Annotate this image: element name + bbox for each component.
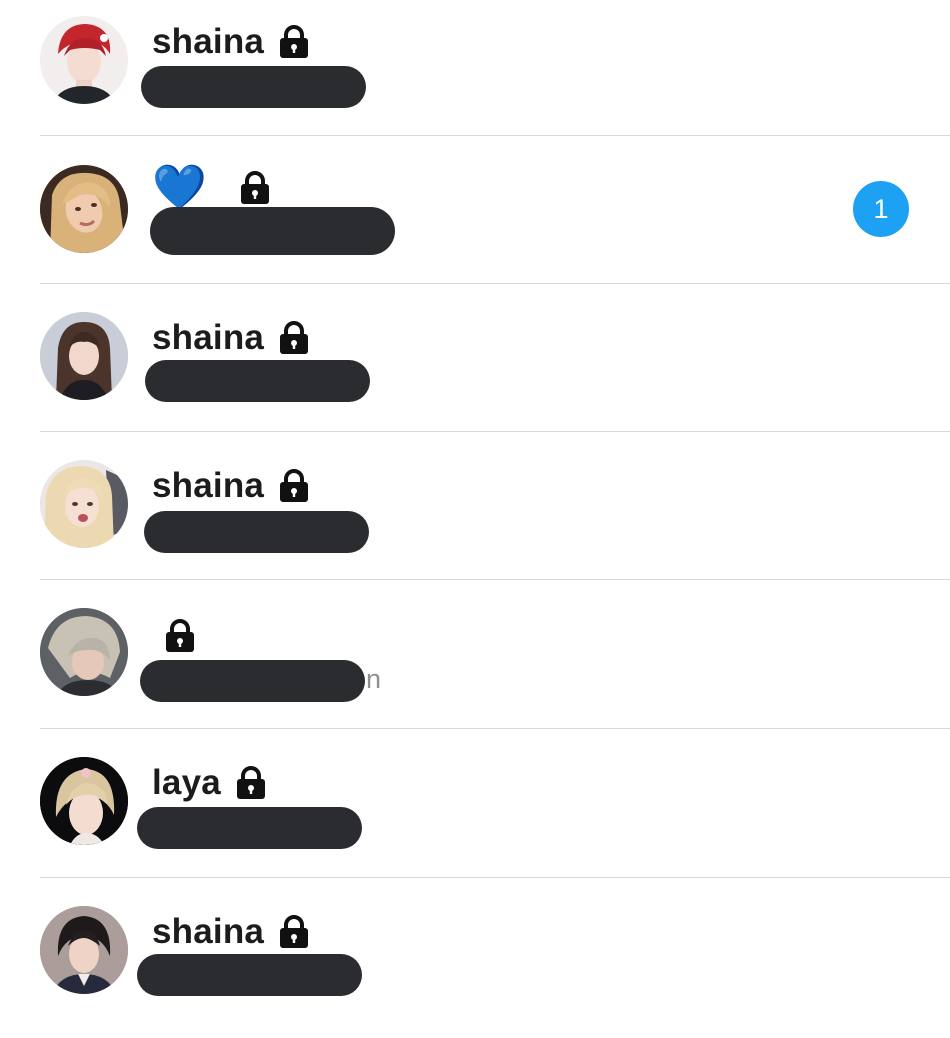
avatar	[40, 165, 128, 253]
contact-name: shaina	[152, 22, 265, 61]
conversation-row[interactable]: shaina s	[0, 296, 950, 444]
row-divider	[40, 135, 950, 136]
redacted-message-preview	[141, 66, 366, 108]
avatar	[40, 460, 128, 548]
contact-name: shaina	[152, 912, 265, 951]
conversation-list: shaina 💙 1 shaina shaina on laya shaina	[0, 0, 950, 1024]
conversation-row[interactable]: laya	[0, 741, 950, 889]
lock-icon	[280, 915, 309, 948]
conversation-row[interactable]: shaina	[0, 0, 950, 148]
avatar	[40, 608, 128, 696]
row-divider	[40, 579, 950, 580]
redacted-message-preview	[144, 511, 369, 553]
contact-name: laya	[152, 763, 221, 802]
row-divider	[40, 283, 950, 284]
unread-count-badge: 1	[853, 181, 909, 237]
row-divider	[40, 877, 950, 878]
name-line: shaina	[152, 464, 310, 508]
lock-icon	[240, 171, 269, 204]
name-line: shaina	[152, 316, 310, 360]
avatar	[40, 16, 128, 104]
redacted-message-preview	[145, 360, 370, 402]
lock-icon	[236, 766, 265, 799]
name-line	[164, 614, 196, 658]
blue-heart-emoji: 💙	[152, 162, 207, 213]
avatar	[40, 312, 128, 400]
name-line: laya	[152, 761, 267, 805]
redacted-message-preview	[140, 660, 365, 702]
avatar	[40, 906, 128, 994]
redacted-message-preview	[150, 207, 395, 255]
lock-icon	[280, 469, 309, 502]
name-line: shaina	[152, 910, 310, 954]
conversation-row[interactable]: shaina	[0, 444, 950, 592]
conversation-row[interactable]: 💙 1	[0, 148, 950, 296]
lock-icon	[280, 321, 309, 354]
name-line: 💙	[152, 166, 271, 210]
redacted-message-preview	[137, 807, 362, 849]
contact-name: shaina	[152, 466, 265, 505]
contact-name: shaina	[152, 318, 265, 357]
name-line: shaina	[152, 20, 310, 64]
row-divider	[40, 431, 950, 432]
avatar	[40, 757, 128, 845]
conversation-row[interactable]: on	[0, 592, 950, 740]
row-divider	[40, 728, 950, 729]
lock-icon	[166, 619, 194, 652]
lock-icon	[280, 25, 309, 58]
redacted-message-preview	[137, 954, 362, 996]
conversation-row[interactable]: shaina	[0, 890, 950, 1038]
